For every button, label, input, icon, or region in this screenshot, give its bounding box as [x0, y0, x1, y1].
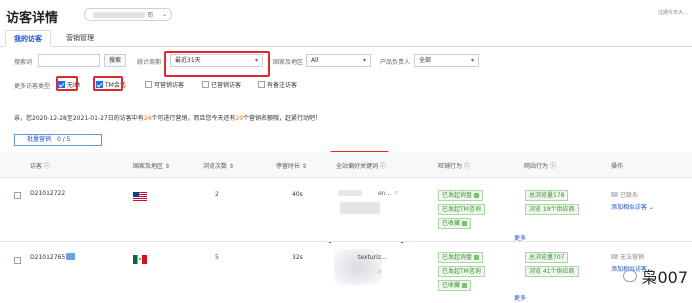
row-checkbox[interactable] [14, 257, 21, 264]
checkbox-empty-icon [145, 81, 152, 88]
blurred-store-name [93, 12, 145, 18]
star-icon [462, 221, 468, 226]
col-views[interactable]: 浏览次数 ⇕ [203, 161, 234, 170]
checkbox-empty-icon [202, 81, 209, 88]
star-icon [462, 283, 468, 288]
store-tag: 已发起询盘 [438, 252, 484, 263]
flag-mx-icon [133, 255, 147, 264]
search-input[interactable] [38, 54, 100, 67]
annotation-no-im [56, 76, 78, 91]
table-header: 访客 ⓘ 国家及地区 ⇕ 浏览次数 ⇕ 停留时长 ⇕ 全站偏好关键词 ⓘ 旺铺行… [0, 152, 692, 178]
owner-label: 产品负责人 [380, 59, 411, 66]
annotation-tm [93, 76, 123, 91]
visitor-id: D21012765 [30, 254, 66, 261]
more-types-label: 更多访客类型 [14, 83, 51, 90]
duration: 32s [292, 254, 303, 261]
search-label: 搜索词 [14, 59, 33, 66]
chat-icon [474, 193, 480, 198]
site-tag: 浏览 41个供应商 [525, 266, 579, 277]
search-icon: ⌕ [378, 268, 382, 275]
store-tag: 已发起询盘 [438, 190, 484, 201]
chevron-down-icon: ▾ [362, 57, 366, 64]
owner-select[interactable]: 全部 ▾ [414, 54, 479, 67]
keyword-fragment: texturiz... [358, 254, 387, 261]
marketing-notice: 亲，您2020-12-28至2021-01-27日的访客中有24个可进行营销，而… [14, 113, 321, 122]
keyword-fragment: en... [378, 190, 392, 197]
checkbox-label: 已营销访客 [211, 82, 242, 89]
checkbox-marketable[interactable]: 可营销访客 [145, 80, 184, 89]
site-tag: 浏览 19个供应商 [525, 204, 579, 215]
col-store-behavior[interactable]: 旺铺行为 ⓘ [438, 161, 470, 170]
checkbox-label: 有备注访客 [267, 82, 298, 89]
region-value: All [311, 57, 319, 64]
store-tag: 已收藏 [438, 218, 472, 229]
chevron-down-icon: ▾ [470, 57, 474, 64]
table-row: D21012765 5 32s texturiz... ⌕ 已发起询盘 已发起T… [0, 243, 692, 303]
period-label: 统计周期 [137, 59, 162, 66]
site-tag: 总浏览量707 [525, 252, 569, 263]
search-button[interactable]: 搜索 [104, 54, 126, 67]
blurred-keyword [338, 190, 362, 196]
checkbox-label: 可营销访客 [154, 82, 185, 89]
views-count[interactable]: 5 [215, 254, 219, 261]
add-similar-link[interactable]: 添加相似访客 ⌄ [611, 202, 654, 211]
checkbox-empty-icon [258, 81, 265, 88]
profile-icon[interactable] [66, 253, 75, 260]
more-link[interactable]: 更多 [514, 293, 526, 302]
annotation-period [164, 51, 270, 77]
duration: 40s [292, 191, 303, 198]
checkbox-noted[interactable]: 有备注访客 [258, 80, 297, 89]
tab-my-visitors[interactable]: 我的访客 [5, 30, 51, 47]
owner-value: 全部 [419, 57, 432, 64]
col-duration[interactable]: 停留时长 ⇕ [276, 161, 307, 170]
flag-us-icon [133, 192, 147, 201]
watermark-text: 枭007 [641, 268, 688, 287]
page-title: 访客详情 [6, 11, 59, 26]
wechat-icon [623, 270, 638, 282]
mail-icon [611, 254, 618, 259]
watermark: 枭007 [623, 264, 688, 288]
region-label: 国家及地区 [273, 59, 304, 66]
notice-text: 个营销名额哦，赶紧行动吧！ [243, 115, 322, 122]
store-tag: 已发起TM咨询 [438, 266, 485, 277]
search-icon: ⌕ [395, 189, 399, 196]
expiry-text: 过期今日大… [657, 10, 688, 16]
col-region[interactable]: 国家及地区 ⇕ [133, 161, 170, 170]
notice-count: 20 [235, 115, 244, 122]
page-header: 访客详情 司 ⌄ 过期今日大… [0, 0, 692, 28]
notice-text: 亲，您2020-12-28至2021-01-27日的访客中有 [14, 115, 144, 122]
store-tag: 已收藏 [438, 280, 472, 291]
visitor-id: D21012722 [30, 190, 66, 197]
blurred-keyword [340, 202, 380, 214]
col-visitor[interactable]: 访客 ⓘ [30, 161, 50, 170]
notice-text: 个可进行营销，而且您今天还有 [151, 115, 236, 122]
batch-marketing-button[interactable]: 批量营销 0 / 5 [14, 134, 102, 146]
col-actions: 操作 [611, 163, 624, 170]
store-tag: 已发起TM咨询 [438, 204, 485, 215]
row-checkbox[interactable] [14, 192, 21, 199]
col-keywords[interactable]: 全站偏好关键词 ⓘ [336, 161, 386, 170]
col-site-behavior[interactable]: 网站行为 ⓘ [524, 161, 556, 170]
contact-status: 无法营销 [611, 252, 644, 261]
views-count[interactable]: 2 [215, 191, 219, 198]
table-row: D21012722 2 40s en... ⌕ 已发起询盘 已发起TM咨询 已收… [0, 178, 692, 242]
more-link[interactable]: 更多 [514, 233, 526, 242]
store-selector[interactable]: 司 ⌄ [84, 8, 172, 21]
mail-icon [611, 192, 618, 197]
tab-bar: 我的访客 营销管理 [0, 30, 692, 47]
region-select[interactable]: All ▾ [306, 54, 371, 67]
chevron-down-icon: ⌄ [161, 11, 167, 18]
tab-marketing[interactable]: 营销管理 [58, 30, 102, 47]
checkbox-marketed[interactable]: 已营销访客 [202, 80, 241, 89]
site-tag: 总浏览量178 [525, 190, 569, 201]
chat-icon [474, 255, 480, 260]
contact-status: 已联系 [611, 190, 638, 199]
store-suffix: 司 [147, 12, 154, 19]
